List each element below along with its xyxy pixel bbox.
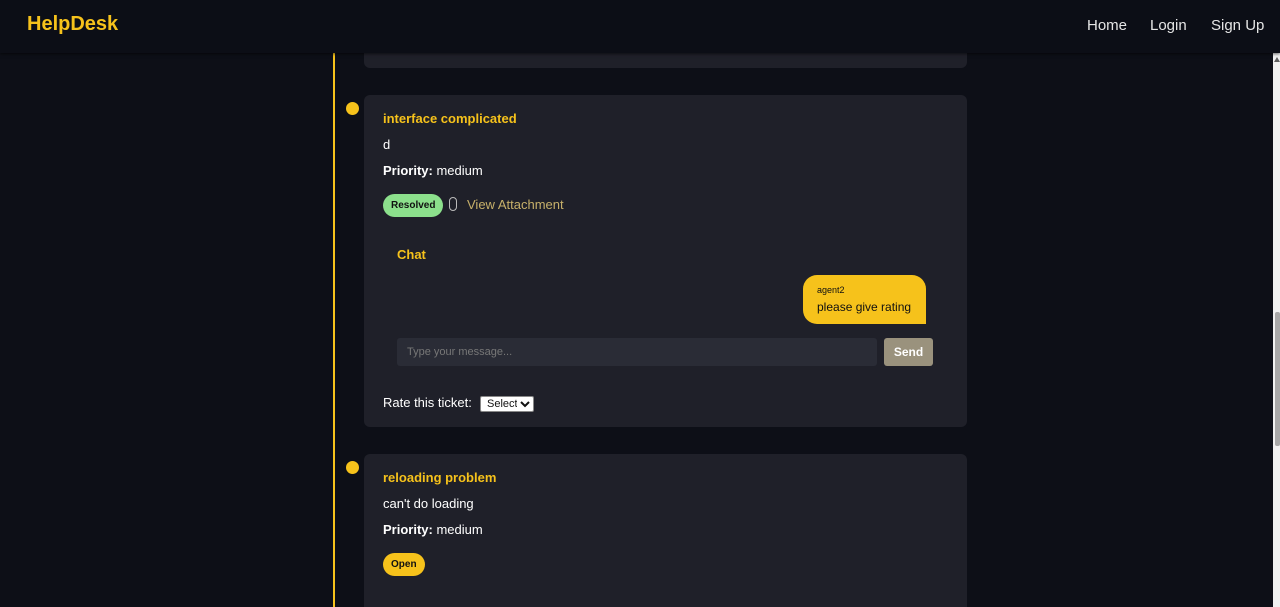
ticket-title: reloading problem	[383, 470, 497, 485]
scrollbar-thumb[interactable]	[1275, 312, 1280, 446]
status-badge: Open	[383, 553, 425, 576]
nav-link-login[interactable]: Login	[1150, 17, 1187, 34]
timeline-dot	[345, 460, 360, 475]
status-badge: Resolved	[383, 194, 444, 217]
brand-logo[interactable]: HelpDesk	[27, 13, 118, 36]
chat-title: Chat	[397, 247, 426, 262]
scroll-up-arrow-icon[interactable]	[1274, 57, 1280, 62]
timeline-dot	[345, 101, 360, 116]
message-sender: agent2	[817, 285, 845, 295]
chat-message-bubble: agent2 please give rating	[803, 275, 926, 324]
ticket-priority: Priority: medium	[383, 163, 483, 178]
nav-link-home[interactable]: Home	[1087, 17, 1127, 34]
priority-value: medium	[436, 522, 483, 537]
ticket-priority: Priority: medium	[383, 522, 483, 537]
paperclip-icon	[449, 197, 457, 211]
rating-select[interactable]: Select	[480, 396, 534, 412]
ticket-description: can't do loading	[383, 496, 474, 511]
timeline-line	[333, 53, 335, 607]
priority-label: Priority:	[383, 522, 433, 537]
top-navbar: HelpDesk Home Login Sign Up	[0, 0, 1280, 53]
send-button[interactable]: Send	[884, 338, 933, 366]
priority-value: medium	[436, 163, 483, 178]
ticket-card: interface complicated d Priority: medium…	[364, 95, 967, 427]
rate-label: Rate this ticket:	[383, 395, 472, 410]
priority-label: Priority:	[383, 163, 433, 178]
view-attachment-link[interactable]: View Attachment	[467, 197, 564, 212]
ticket-title: interface complicated	[383, 111, 517, 126]
ticket-card: reloading problem can't do loading Prior…	[364, 454, 967, 607]
message-text: please give rating	[817, 300, 912, 314]
nav-link-signup[interactable]: Sign Up	[1211, 17, 1264, 34]
ticket-description: d	[383, 137, 391, 152]
chat-message-input[interactable]	[397, 338, 877, 366]
